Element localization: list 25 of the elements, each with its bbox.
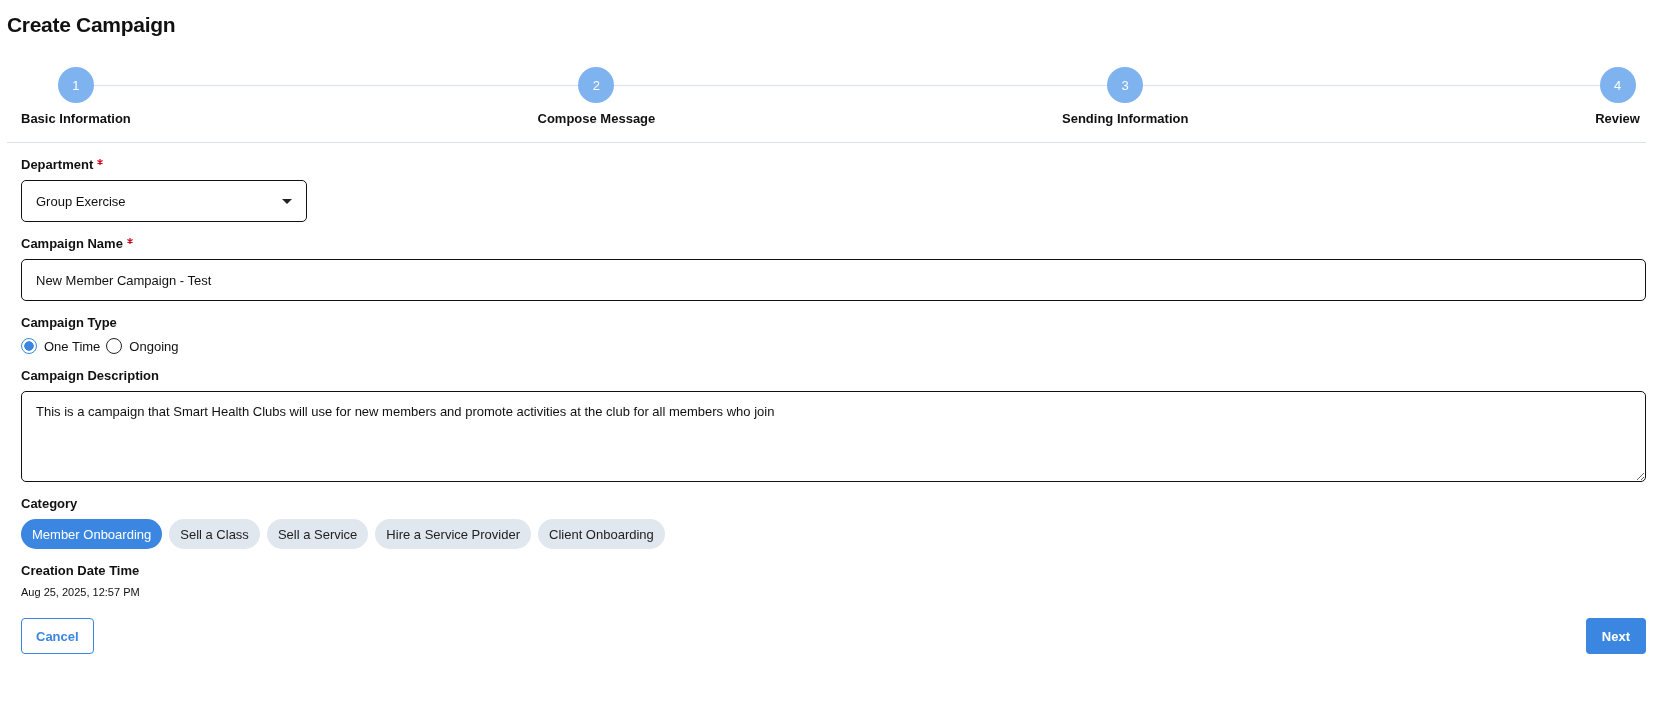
page-title: Create Campaign (7, 13, 177, 37)
field-label: Category (21, 496, 78, 511)
description-field[interactable]: This is a campaign that Smart Health Clubs will use for new members and promote activities at the club for all members who join (21, 391, 1646, 482)
field-label: Campaign Name (21, 236, 123, 251)
step-label[interactable]: Basic Information (21, 111, 131, 126)
radio-option[interactable]: One Time (21, 338, 101, 354)
caret-icon (282, 198, 292, 204)
campaign-name-field[interactable]: New Member Campaign - Test (21, 259, 1646, 301)
category-chip[interactable]: Hire a Service Provider (375, 519, 531, 549)
field-label: Campaign Type (21, 315, 117, 330)
next-button[interactable]: Next (1585, 618, 1646, 654)
step-label[interactable]: Review (1595, 111, 1640, 126)
category-chip[interactable]: Client Onboarding (538, 519, 665, 549)
category-chip[interactable]: Sell a Service (266, 519, 369, 549)
radio-option[interactable]: Ongoing (106, 338, 179, 354)
field-label: Creation Date Time (21, 563, 140, 578)
step-label[interactable]: Compose Message (537, 111, 656, 126)
category-chip[interactable]: Member Onboarding (21, 519, 163, 549)
field-label: Campaign Description (21, 368, 159, 383)
field-label: Department (21, 157, 94, 172)
department-select[interactable]: Group Exercise (21, 180, 307, 222)
category-chip[interactable]: Sell a Class (169, 519, 260, 549)
creation-date: Aug 25, 2025, 12:57 PM (21, 586, 141, 598)
cancel-button[interactable]: Cancel (21, 618, 94, 654)
step-label[interactable]: Sending Information (1062, 111, 1189, 126)
